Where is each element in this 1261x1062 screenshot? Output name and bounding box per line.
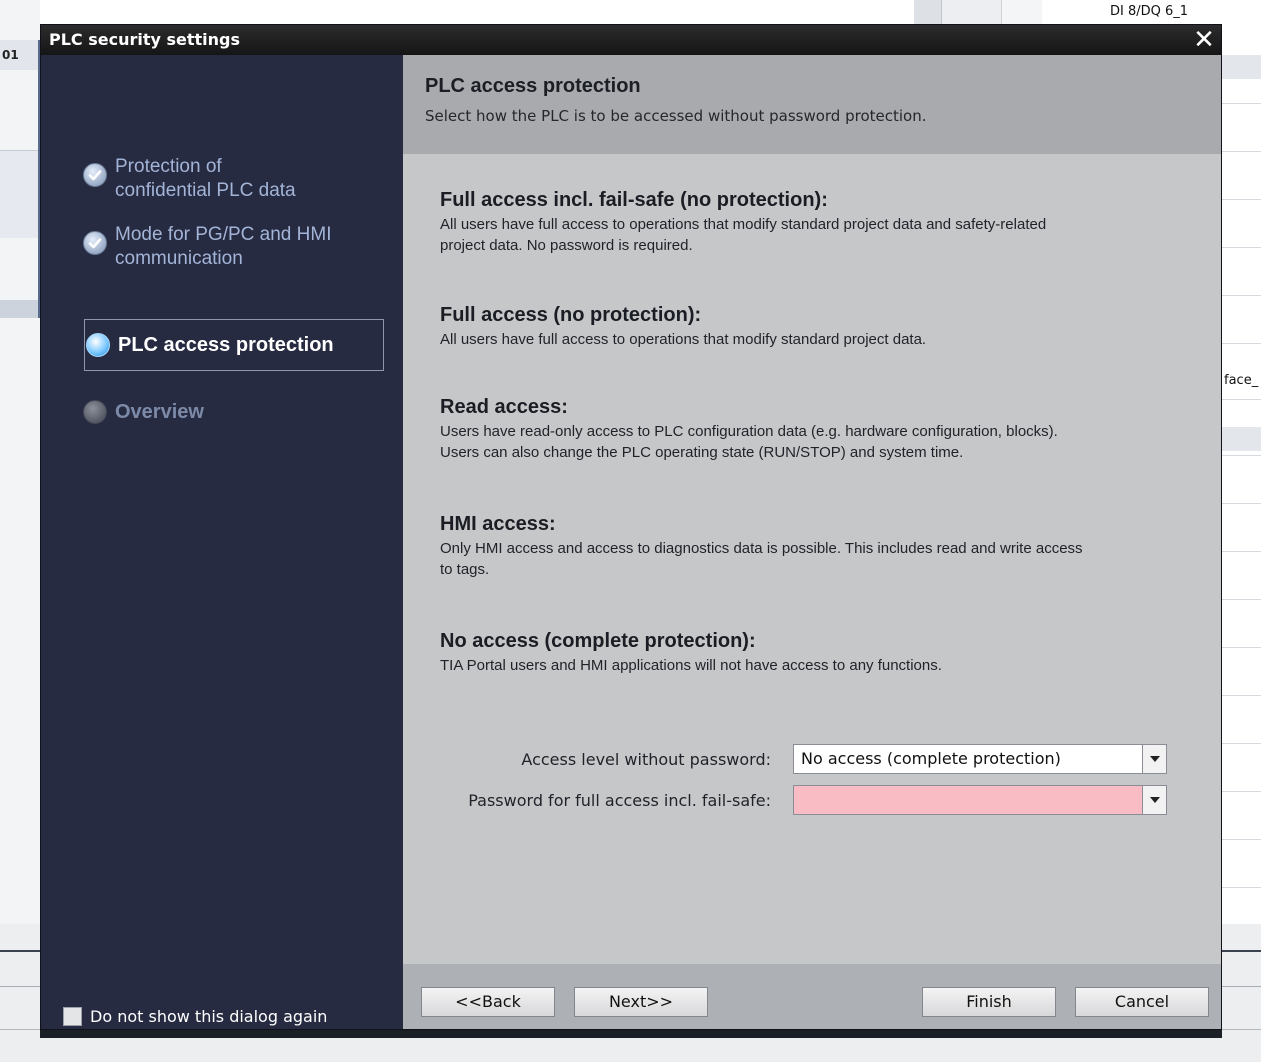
step-protection-confidential-data[interactable]: Protection of confidential PLC data (83, 155, 296, 203)
step-label-line: confidential PLC data (115, 180, 296, 201)
background-grid-line (1222, 839, 1261, 840)
checkmark-icon (83, 231, 107, 255)
option-read-access: Read access: Users have read-only access… (440, 395, 1210, 463)
wizard-steps-sidebar: Protection of confidential PLC data Mode… (41, 55, 403, 1029)
background-grid-line (1222, 455, 1261, 456)
dont-show-again-checkbox[interactable]: Do not show this dialog again (63, 1007, 327, 1026)
background-cell (1222, 427, 1261, 451)
step-label: Protection of confidential PLC data (115, 155, 296, 203)
option-description-line: All users have full access to operations… (440, 331, 927, 348)
option-title: Full access incl. fail-safe (no protecti… (440, 189, 828, 211)
access-level-value: No access (complete protection) (801, 749, 1061, 768)
step-label-line: Mode for PG/PC and HMI (115, 224, 332, 245)
option-no-access: No access (complete protection): TIA Por… (440, 629, 1210, 676)
background-cell (914, 0, 942, 24)
step-label: Overview (115, 401, 204, 423)
dialog-titlebar: PLC security settings ✕ (41, 25, 1221, 55)
background-cell (0, 300, 38, 318)
option-description-line: Only HMI access and access to diagnostic… (440, 540, 1083, 557)
cancel-button[interactable]: Cancel (1075, 987, 1209, 1017)
option-title: No access (complete protection): (440, 630, 756, 652)
option-title: Full access (no protection): (440, 304, 702, 326)
back-button[interactable]: <<Back (421, 987, 555, 1017)
background-grid-line (1222, 247, 1261, 248)
background-grid-line (1222, 151, 1261, 152)
step-label-line: Protection of (115, 156, 222, 177)
option-full-access: Full access (no protection): All users h… (440, 303, 1210, 350)
background-device-label: DI 8/DQ 6_1 (1110, 4, 1189, 19)
access-level-row: Access level without password: No access… (403, 744, 1221, 776)
password-field[interactable] (793, 785, 1167, 815)
page-subtitle: Select how the PLC is to be accessed wit… (425, 107, 927, 125)
close-button[interactable]: ✕ (1191, 27, 1217, 53)
background-grid-line (1222, 887, 1261, 888)
option-description-line: project data. No password is required. (440, 237, 693, 254)
step-overview[interactable]: Overview (83, 400, 204, 424)
dialog-title: PLC security settings (49, 30, 241, 49)
background-grid-line (1222, 791, 1261, 792)
close-icon: ✕ (1193, 25, 1215, 55)
pending-step-icon (83, 400, 107, 424)
option-description: Users have read-only access to PLC confi… (440, 421, 1210, 463)
option-title: Read access: (440, 396, 568, 418)
option-title: HMI access: (440, 513, 556, 535)
chevron-down-icon[interactable] (1142, 745, 1166, 773)
dont-show-again-label: Do not show this dialog again (90, 1007, 328, 1026)
option-description: All users have full access to operations… (440, 329, 1210, 350)
background-grid-line (1222, 503, 1261, 504)
password-label: Password for full access incl. fail-safe… (468, 791, 771, 810)
background-text-fragment: face_ (1224, 373, 1259, 388)
active-step-icon (86, 333, 110, 357)
background-right-panel: face_ (1222, 55, 1261, 925)
background-cell (1002, 0, 1042, 24)
background-grid-line (1222, 647, 1261, 648)
access-level-select[interactable]: No access (complete protection) (793, 744, 1167, 774)
page-title: PLC access protection (425, 75, 641, 97)
dialog-footer: <<Back Next>> Finish Cancel (403, 964, 1221, 1029)
background-grid-line (1222, 295, 1261, 296)
step-label-line: communication (115, 248, 243, 269)
access-level-content: Full access incl. fail-safe (no protecti… (403, 154, 1221, 964)
background-left-text: 01 (2, 48, 19, 62)
access-level-label: Access level without password: (521, 750, 771, 769)
option-description-line: Users have read-only access to PLC confi… (440, 423, 1058, 440)
option-description: TIA Portal users and HMI applications wi… (440, 655, 1210, 676)
step-label: Mode for PG/PC and HMI communication (115, 223, 331, 271)
option-description: All users have full access to operations… (440, 214, 1210, 256)
background-grid-line (1222, 103, 1261, 104)
background-grid-line (1222, 399, 1261, 400)
background-device-strip: DI 8/DQ 6_1 (914, 0, 1261, 24)
option-description-line: Users can also change the PLC operating … (440, 444, 964, 461)
step-pg-pc-hmi-communication[interactable]: Mode for PG/PC and HMI communication (83, 223, 331, 271)
option-description-line: to tags. (440, 561, 490, 578)
password-row: Password for full access incl. fail-safe… (403, 785, 1221, 817)
option-description-line: All users have full access to operations… (440, 216, 1047, 233)
chevron-down-icon[interactable] (1142, 786, 1166, 814)
background-cell (0, 150, 38, 238)
background-grid-line (1222, 695, 1261, 696)
background-left-panel: 01 (0, 0, 40, 1062)
background-grid-line (1222, 343, 1261, 344)
next-button[interactable]: Next>> (574, 987, 708, 1017)
background-grid-line (1222, 599, 1261, 600)
option-hmi-access: HMI access: Only HMI access and access t… (440, 512, 1210, 580)
background-cell (1222, 55, 1261, 79)
dialog-shadow (40, 1030, 1222, 1038)
background-grid-line (1222, 743, 1261, 744)
plc-security-settings-dialog: PLC security settings ✕ Protection of co… (40, 24, 1222, 1030)
finish-button[interactable]: Finish (922, 987, 1056, 1017)
option-full-access-fail-safe: Full access incl. fail-safe (no protecti… (440, 188, 1210, 256)
step-plc-access-protection[interactable]: PLC access protection (84, 319, 384, 371)
option-description: Only HMI access and access to diagnostic… (440, 538, 1210, 580)
option-description-line: TIA Portal users and HMI applications wi… (440, 657, 942, 674)
background-grid-line (1222, 551, 1261, 552)
checkmark-icon (83, 163, 107, 187)
page-header: PLC access protection Select how the PLC… (403, 55, 1221, 154)
step-label: PLC access protection (118, 334, 334, 356)
background-cell (942, 0, 1002, 24)
background-grid-line (1222, 199, 1261, 200)
checkbox-icon[interactable] (63, 1007, 82, 1026)
